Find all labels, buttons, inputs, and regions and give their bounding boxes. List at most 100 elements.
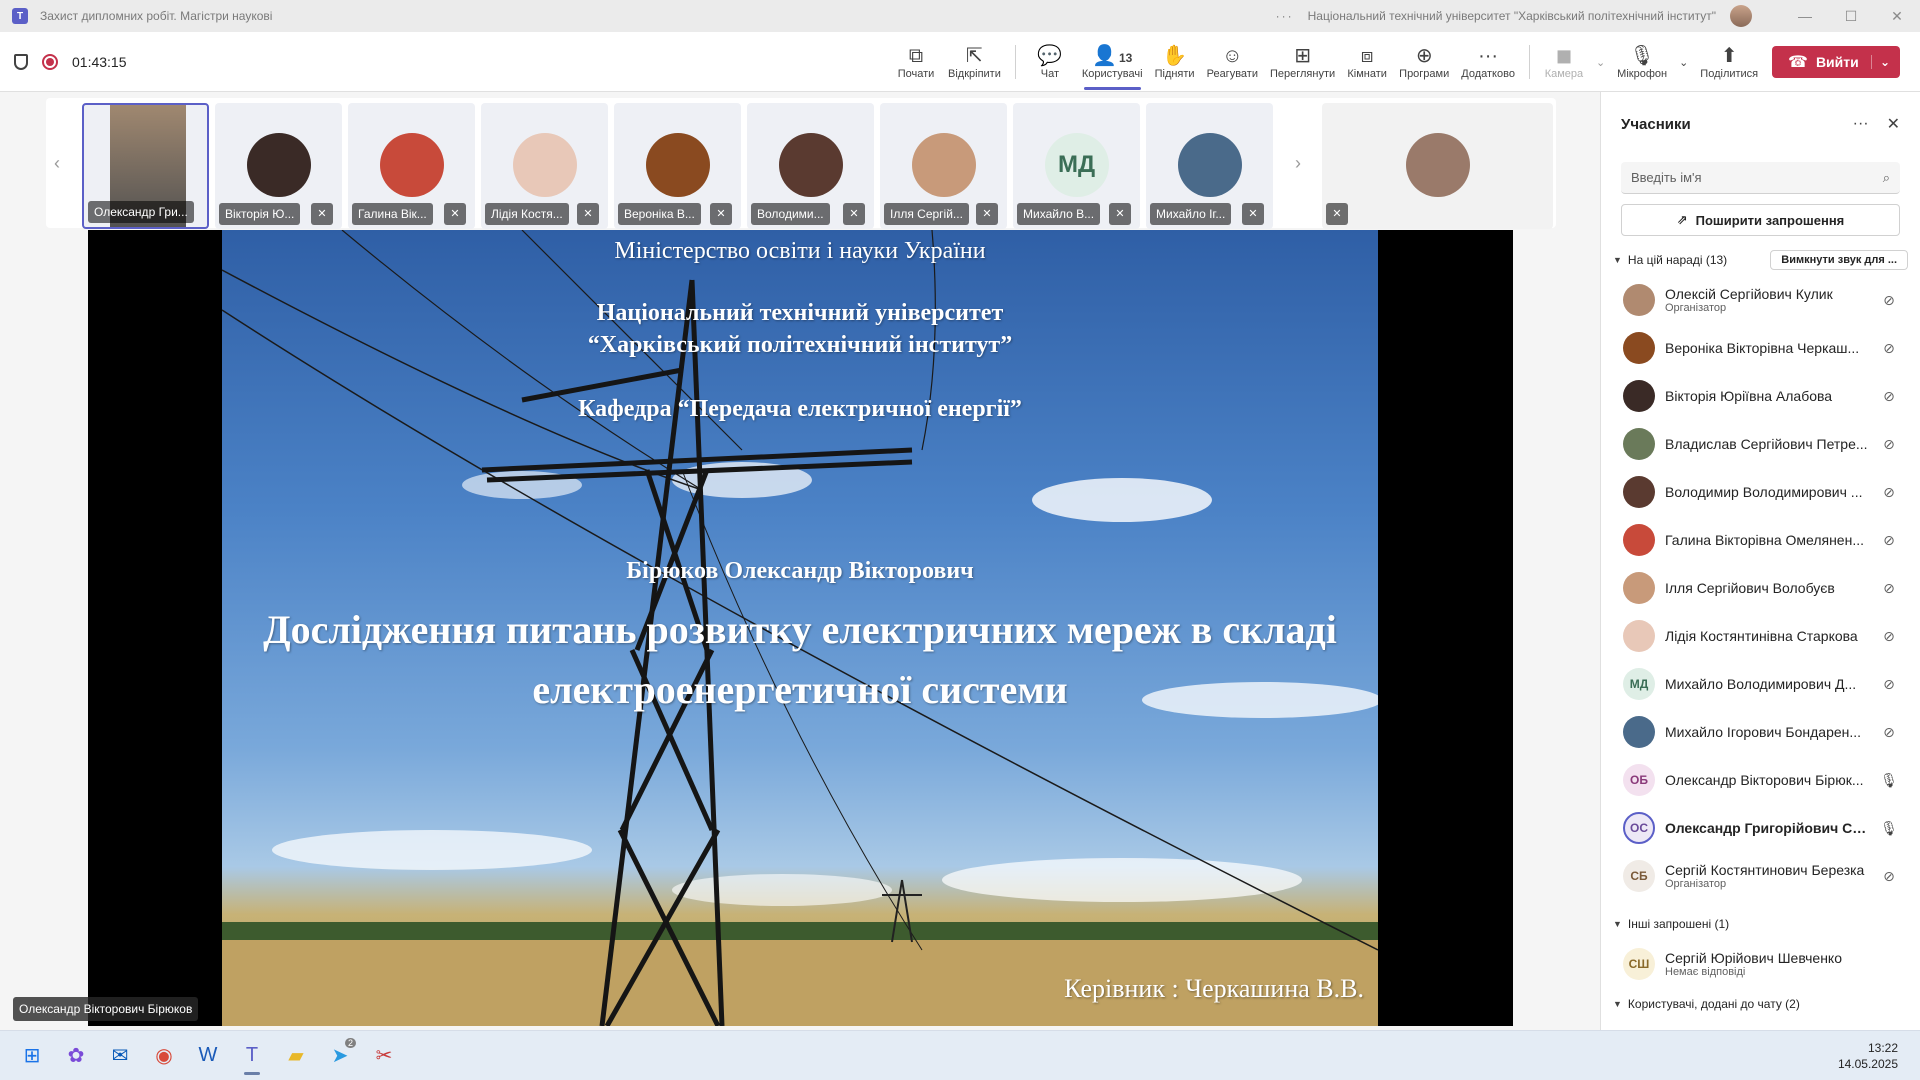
more-button[interactable]: ··· Додатково <box>1455 32 1521 92</box>
share-invite-button[interactable]: ⇗ Поширити запрошення <box>1621 204 1900 236</box>
participant-item[interactable]: МД Михайло Володимирович Д... ⊘ <box>1601 660 1920 708</box>
participant-tile[interactable]: Вікторія Ю... ✕ <box>215 103 342 229</box>
chat-button[interactable]: 💬 Чат <box>1024 32 1076 92</box>
participant-tile[interactable]: Вероніка В... ✕ <box>614 103 741 229</box>
mic-on-icon[interactable]: 🎙 <box>1878 820 1900 837</box>
mic-off-icon[interactable]: ⊘ <box>1878 532 1900 549</box>
view-button[interactable]: ⊞ Переглянути <box>1264 32 1341 92</box>
mic-off-icon[interactable]: ⊘ <box>1878 436 1900 453</box>
participant-item[interactable]: ОС Олександр Григорійович Се... 🎙 <box>1601 804 1920 852</box>
rooms-button[interactable]: ⧈ Кімнати <box>1341 32 1393 92</box>
mic-on-icon[interactable]: 🎙 <box>1878 772 1900 789</box>
participant-item[interactable]: Михайло Ігорович Бондарен... ⊘ <box>1601 708 1920 756</box>
mic-off-icon[interactable]: ⊘ <box>1878 580 1900 597</box>
participant-name: Михайло Ігорович Бондарен... <box>1665 724 1862 740</box>
mic-off-icon[interactable]: ⊘ <box>1878 292 1900 309</box>
mic-off-icon[interactable]: ⊘ <box>1878 484 1900 501</box>
chrome-icon[interactable]: ◉ <box>142 1036 186 1076</box>
participant-search-input[interactable]: Введіть ім'я ⌕ <box>1621 162 1900 194</box>
mic-button[interactable]: 🎙 Мікрофон <box>1611 32 1673 92</box>
participant-tile[interactable]: Ілля Сергій... ✕ <box>880 103 1007 229</box>
participant-name: Лідія Костянтинівна Старкова <box>1665 628 1858 644</box>
participant-list: Олексій Сергійович Кулик Організатор ⊘ Веро… <box>1601 276 1920 900</box>
pop-out-button[interactable]: ⇱ Відкріпити <box>942 32 1007 92</box>
panel-more-icon[interactable]: ··· <box>1853 115 1869 133</box>
participant-item[interactable]: Володимир Володимирович ... ⊘ <box>1601 468 1920 516</box>
camera-button[interactable]: ◼ Камера <box>1538 32 1590 92</box>
mic-off-icon[interactable]: ⊘ <box>1878 724 1900 741</box>
participant-item[interactable]: Лідія Костянтинівна Старкова ⊘ <box>1601 612 1920 660</box>
camera-options-chevron-icon[interactable]: ⌄ <box>1590 32 1611 92</box>
chevron-down-icon: ▼ <box>1613 255 1622 265</box>
participant-tile[interactable]: Володими... ✕ <box>747 103 874 229</box>
participant-item[interactable]: Вікторія Юріївна Алабова ⊘ <box>1601 372 1920 420</box>
start-button[interactable]: ⧉ Почати <box>890 32 942 92</box>
smile-icon: ☺ <box>1222 45 1243 67</box>
snipping-tool-icon[interactable]: ✂ <box>362 1036 406 1076</box>
participant-tile[interactable]: Олександр Гри... <box>82 103 209 229</box>
slide-ministry: Міністерство освіти і науки України <box>614 238 986 264</box>
participant-item[interactable]: Галина Вікторівна Омелянен... ⊘ <box>1601 516 1920 564</box>
participant-initials: СШ <box>1623 948 1655 980</box>
system-clock[interactable]: 13:22 14.05.2025 <box>1838 1040 1898 1072</box>
telegram-icon[interactable]: ➤ 2 <box>318 1036 362 1076</box>
participant-strip: ‹ Олександр Гри... Вікторія Ю... ✕ Галин… <box>46 98 1556 229</box>
shield-icon[interactable] <box>14 53 28 70</box>
participant-tile[interactable]: ✕ <box>1322 103 1553 229</box>
participant-item[interactable]: Владислав Сергійович Петре... ⊘ <box>1601 420 1920 468</box>
other-invited-section[interactable]: ▼ Інші запрошені (1) <box>1601 908 1920 940</box>
mic-off-icon[interactable]: ⊘ <box>1878 340 1900 357</box>
participant-item[interactable]: Вероніка Вікторівна Черкаш... ⊘ <box>1601 324 1920 372</box>
chat-users-section[interactable]: ▼ Користувачі, додані до чату (2) <box>1601 988 1920 1020</box>
participant-item[interactable]: Ілля Сергійович Волобуєв ⊘ <box>1601 564 1920 612</box>
participant-name: Олександр Вікторович Бірюк... <box>1665 772 1864 788</box>
leave-options-chevron-icon[interactable]: ⌄ <box>1870 55 1890 69</box>
word-icon[interactable]: W <box>186 1036 230 1076</box>
teams-icon[interactable]: T <box>230 1036 274 1076</box>
leave-button[interactable]: ☎ Вийти ⌄ <box>1772 46 1900 78</box>
apps-button[interactable]: ⊕ Програми <box>1393 32 1455 92</box>
copilot-icon[interactable]: ✿ <box>54 1036 98 1076</box>
meeting-toolbar: 01:43:15 ⧉ Почати ⇱ Відкріпити 💬 Чат 👤 13 Кор… <box>0 32 1920 92</box>
in-meeting-section[interactable]: ▼ На цій нараді (13) Вимкнути звук для .… <box>1601 244 1920 276</box>
strip-next-arrow-icon[interactable]: › <box>1295 153 1301 174</box>
raise-hand-button[interactable]: ✋ Підняти <box>1149 32 1201 92</box>
react-button[interactable]: ☺ Реагувати <box>1201 32 1264 92</box>
participant-initials: ОС <box>1623 812 1655 844</box>
participant-item[interactable]: СБ Сергій Костянтинович Березка Організато… <box>1601 852 1920 900</box>
participant-item[interactable]: Олексій Сергійович Кулик Організатор ⊘ <box>1601 276 1920 324</box>
mic-off-icon[interactable]: ⊘ <box>1878 868 1900 885</box>
panel-close-icon[interactable]: ✕ <box>1887 114 1900 134</box>
mic-off-icon: ✕ <box>311 203 333 225</box>
people-button[interactable]: 👤 13 Користувачі <box>1076 32 1149 92</box>
mic-off-icon: ✕ <box>1109 203 1131 225</box>
participant-item[interactable]: ОБ Олександр Вікторович Бірюк... 🎙 <box>1601 756 1920 804</box>
share-button[interactable]: ⬆ Поділитися <box>1694 32 1764 92</box>
file-explorer-icon[interactable]: ▰ <box>274 1036 318 1076</box>
outlook-icon[interactable]: ✉ <box>98 1036 142 1076</box>
close-window-button[interactable]: ✕ <box>1874 8 1920 25</box>
participant-tile[interactable]: МД Михайло В... ✕ <box>1013 103 1140 229</box>
mic-off-icon[interactable]: ⊘ <box>1878 628 1900 645</box>
participant-tile[interactable]: Лідія Костя... ✕ <box>481 103 608 229</box>
participant-name: Владислав Сергійович Петре... <box>1665 436 1868 452</box>
minimize-button[interactable]: — <box>1782 8 1828 24</box>
mic-off-icon: ✕ <box>710 203 732 225</box>
participant-item[interactable]: СШ Сергій Юрійович Шевченко Немає відпов… <box>1601 940 1920 988</box>
window-titlebar: T Захист дипломних робіт. Магістри науко… <box>0 0 1920 32</box>
strip-prev-arrow-icon[interactable]: ‹ <box>54 153 60 174</box>
mic-off-icon[interactable]: ⊘ <box>1878 388 1900 405</box>
mic-options-chevron-icon[interactable]: ⌄ <box>1673 32 1694 92</box>
chat-icon: 💬 <box>1037 45 1063 67</box>
maximize-button[interactable]: ☐ <box>1828 8 1874 25</box>
org-name[interactable]: Національний технічний університет "Харк… <box>1308 9 1716 23</box>
mute-all-button[interactable]: Вимкнути звук для ... <box>1770 250 1908 270</box>
participant-name: Галина Вік... <box>352 203 433 225</box>
participant-tile[interactable]: Михайло Іг... ✕ <box>1146 103 1273 229</box>
account-avatar[interactable] <box>1730 5 1752 27</box>
more-options-button[interactable]: ··· <box>1276 9 1294 23</box>
participant-tile[interactable]: Галина Вік... ✕ <box>348 103 475 229</box>
participant-role: Організатор <box>1665 878 1727 890</box>
mic-off-icon[interactable]: ⊘ <box>1878 676 1900 693</box>
windows-start-icon[interactable]: ⊞ <box>10 1036 54 1076</box>
